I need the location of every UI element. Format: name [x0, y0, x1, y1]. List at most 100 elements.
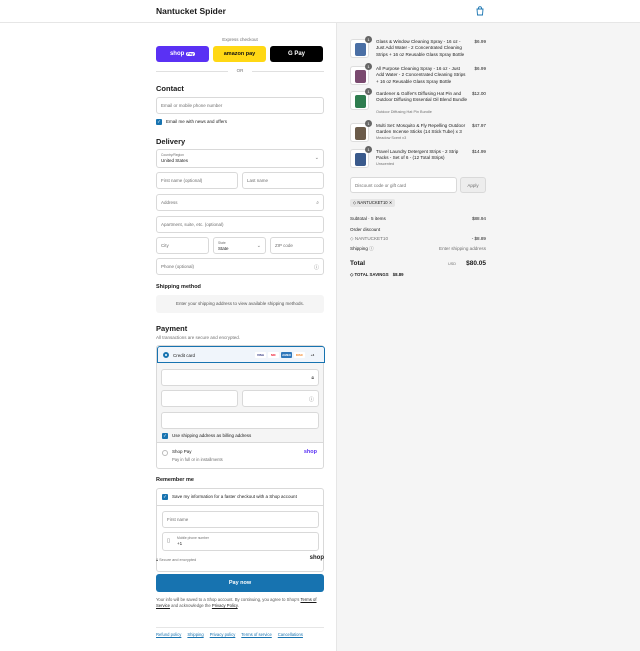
news-checkbox[interactable]: ✓	[156, 119, 162, 125]
product-price: $6.99	[474, 66, 487, 71]
terms-of-service-link[interactable]: Terms of service	[241, 632, 271, 637]
divider	[157, 442, 323, 443]
shop-pay-button[interactable]: shop Pay	[156, 46, 209, 62]
shop-logo: shop	[309, 555, 324, 561]
payment-heading: Payment	[156, 324, 188, 333]
shipping-method-heading: Shipping method	[156, 284, 201, 290]
mastercard-icon: MC	[268, 352, 279, 358]
refund-policy-link[interactable]: Refund policy	[156, 632, 181, 637]
shop-pay-option-label: Shop Pay	[172, 449, 192, 454]
city-field[interactable]: City	[156, 237, 209, 254]
first-name-field[interactable]: First name (optional)	[156, 172, 238, 189]
pay-now-button[interactable]: Pay now	[156, 574, 324, 592]
cart-item: 1 Travel Laundry Detergent Strips - 2 St…	[350, 146, 486, 169]
security-code-field[interactable]: ⓘ	[242, 390, 319, 407]
product-title: Multi Set: Mosquito & Fly Repelling Outd…	[376, 123, 466, 135]
apply-button[interactable]: Apply	[460, 177, 486, 193]
help-icon[interactable]: ⓘ	[309, 396, 314, 403]
google-pay-button[interactable]: G Pay	[270, 46, 323, 62]
quantity-badge: 1	[365, 63, 372, 70]
store-name[interactable]: Nantucket Spider	[156, 6, 226, 16]
total-row: Total USD $80.05	[350, 260, 486, 267]
product-variant: Outdoor Diffusing Hat Pin Bundle	[376, 110, 432, 114]
phone-field[interactable]: Phone (optional) ⓘ	[156, 258, 324, 275]
product-price: $47.97	[471, 123, 486, 128]
name-on-card-field[interactable]	[161, 412, 319, 429]
cart-item: 1 All Purpose Cleaning Spray - 16 oz - J…	[350, 63, 487, 86]
help-icon[interactable]: ⓘ	[369, 246, 374, 251]
discover-icon: DISC	[294, 352, 305, 358]
amazon-pay-button[interactable]: amazon pay	[213, 46, 266, 62]
quantity-badge: 1	[365, 88, 372, 95]
visa-icon: VISA	[255, 352, 266, 358]
last-name-field[interactable]: Last name	[242, 172, 324, 189]
cart-item: 1 Glass & Window Cleaning Spray - 16 oz …	[350, 36, 487, 59]
product-price: $6.99	[474, 39, 487, 44]
expiration-field[interactable]	[161, 390, 238, 407]
product-title: All Purpose Cleaning Spray - 16 oz - Jus…	[376, 66, 466, 84]
save-info-label: Save my information for a faster checkou…	[172, 494, 297, 499]
delivery-heading: Delivery	[156, 137, 186, 146]
discount-row: ◇ NANTUCKET10 - $8.89	[350, 236, 486, 241]
lock-icon: 🔒︎	[311, 375, 314, 381]
payment-methods: Credit card VISA MC AMEX DISC +4 🔒︎ ⓘ ✓ …	[156, 345, 325, 469]
search-icon: ⌕	[316, 200, 319, 206]
card-number-field[interactable]: 🔒︎	[161, 369, 319, 386]
subtotal-row: Subtotal · 5 items $88.94	[350, 216, 486, 221]
chevron-down-icon: ⌄	[314, 155, 319, 161]
shipping-message: Enter your shipping address to view avai…	[156, 295, 324, 313]
state-select[interactable]: State State ⌄	[213, 237, 266, 254]
help-icon[interactable]: ⓘ	[314, 264, 319, 271]
discount-code-input[interactable]: Discount code or gift card	[350, 177, 457, 193]
secure-note: All transactions are secure and encrypte…	[156, 335, 241, 340]
chevron-down-icon: ⌄	[256, 243, 261, 249]
privacy-policy-link[interactable]: Privacy policy	[210, 632, 236, 637]
divider	[157, 505, 323, 506]
product-title: Glass & Window Cleaning Spray - 16 oz - …	[376, 39, 465, 57]
or-divider: OR	[156, 67, 324, 75]
news-checkbox-label: Email me with news and offers	[166, 119, 227, 124]
remember-first-name-field[interactable]: First name	[162, 511, 319, 528]
apartment-field[interactable]: Apartment, suite, etc. (optional)	[156, 216, 324, 233]
product-price: $14.99	[471, 149, 486, 154]
billing-checkbox-label: Use shipping address as billing address	[172, 433, 252, 438]
country-select[interactable]: Country/Region United States ⌄	[156, 149, 324, 168]
amex-icon: AMEX	[281, 352, 292, 358]
order-summary-panel	[336, 23, 640, 651]
order-discount-label: Order discount	[350, 227, 381, 232]
credit-card-radio[interactable]	[163, 352, 169, 358]
product-title: Travel Laundry Detergent Strips - 2 Stri…	[376, 149, 459, 161]
card-brands: VISA MC AMEX DISC +4	[255, 352, 318, 358]
product-variant: Unscented	[376, 162, 395, 166]
remove-discount-icon[interactable]: ✕	[389, 200, 393, 205]
shipping-row: Shipping ⓘ Enter shipping address	[350, 246, 486, 251]
mobile-phone-field[interactable]: ▯ Mobile phone number +1	[162, 532, 319, 551]
privacy-link[interactable]: Privacy Policy	[212, 603, 238, 608]
email-field[interactable]: Email or mobile phone number	[156, 97, 324, 114]
total-savings-row: ◇ TOTAL SAVINGS $8.89	[350, 272, 404, 277]
phone-icon: ▯	[167, 538, 171, 544]
footer-links: Refund policy Shipping Privacy policy Te…	[156, 632, 324, 637]
billing-checkbox[interactable]: ✓	[162, 433, 168, 439]
quantity-badge: 1	[365, 36, 372, 43]
cart-item: 1 Gardener & Golfer's Diffusing Hat Pin …	[350, 88, 486, 117]
shipping-link[interactable]: Shipping	[187, 632, 203, 637]
legal-text: Your info will be saved to a Shop accoun…	[156, 597, 317, 608]
shop-pay-radio[interactable]	[162, 450, 168, 456]
cart-item: 1 Multi Set: Mosquito & Fly Repelling Ou…	[350, 120, 486, 145]
more-cards-badge: +4	[310, 353, 315, 357]
applied-discount-chip: ◇ NANTUCKET10 ✕	[350, 199, 396, 207]
shopping-bag-icon[interactable]	[475, 6, 485, 16]
remember-me-heading: Remember me	[156, 477, 194, 483]
zip-field[interactable]: ZIP code	[270, 237, 324, 254]
shop-pay-logo: shop	[303, 449, 317, 455]
credit-card-option[interactable]: Credit card VISA MC AMEX DISC +4	[157, 346, 325, 363]
save-info-checkbox[interactable]: ✓	[162, 494, 168, 500]
product-variant: Meadow Scent x3	[376, 136, 407, 140]
address-field[interactable]: Address ⌕	[156, 194, 324, 211]
quantity-badge: 1	[365, 120, 372, 127]
express-checkout-label: Express checkout	[222, 37, 258, 42]
product-title: Gardener & Golfer's Diffusing Hat Pin an…	[376, 91, 468, 103]
cancellations-link[interactable]: Cancellations	[278, 632, 303, 637]
contact-heading: Contact	[156, 84, 184, 93]
